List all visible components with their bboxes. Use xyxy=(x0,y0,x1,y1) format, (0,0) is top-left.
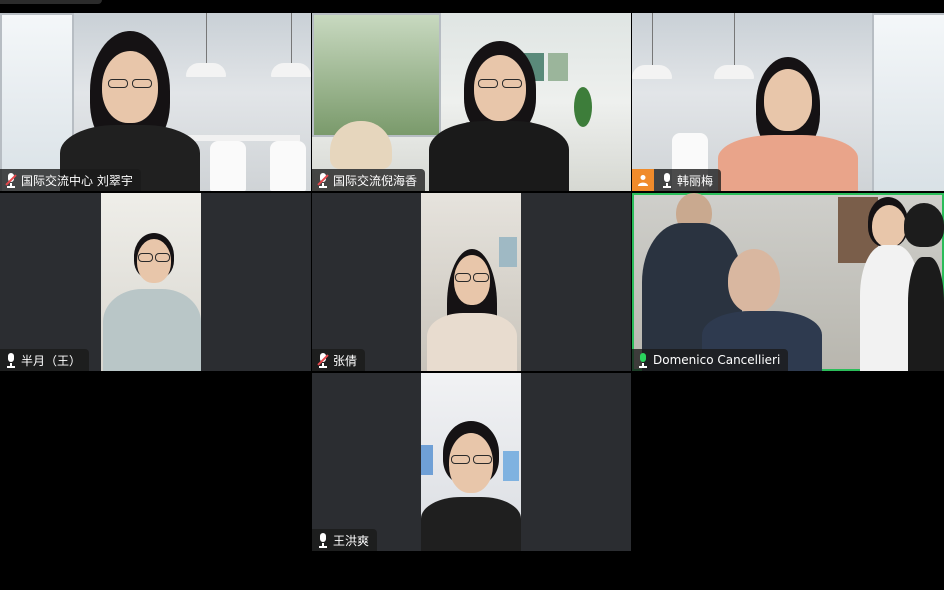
person-avatar-icon xyxy=(632,169,654,191)
participant-video xyxy=(101,193,201,371)
video-tile-3[interactable]: 韩丽梅 xyxy=(632,13,944,191)
participant-video xyxy=(421,373,521,551)
wall-art xyxy=(421,445,433,475)
plant xyxy=(574,87,592,127)
ceiling-lamp xyxy=(271,63,311,77)
participant-video xyxy=(718,53,858,191)
participant-name: 王洪爽 xyxy=(333,533,370,548)
participant-video xyxy=(424,35,574,191)
participant-name: 半月（王） xyxy=(21,353,82,368)
wall-art xyxy=(503,451,519,481)
participant-name-label: 张倩 xyxy=(312,349,366,371)
lamp-wire xyxy=(652,13,653,65)
participant-name: 国际交流中心 刘翠宇 xyxy=(21,173,133,188)
background-chair xyxy=(270,141,306,191)
top-bar-tab[interactable] xyxy=(0,0,102,4)
video-tile-1[interactable]: 国际交流中心 刘翠宇 xyxy=(0,13,311,191)
video-tile-6[interactable]: Domenico Cancellieri xyxy=(632,193,944,371)
background-chair xyxy=(210,141,246,191)
microphone-icon xyxy=(662,173,672,188)
participant-name-label: 半月（王） xyxy=(0,349,90,371)
participant-name-label: 国际交流倪海香 xyxy=(312,169,426,191)
microphone-muted-icon xyxy=(317,173,329,188)
video-tile-5[interactable]: 张倩 xyxy=(312,193,631,371)
participant-video xyxy=(421,193,521,371)
participant-name: 国际交流倪海香 xyxy=(333,173,418,188)
participant-name-label: 王洪爽 xyxy=(312,529,378,551)
participant-name: 韩丽梅 xyxy=(677,173,714,188)
video-tile-7[interactable]: 王洪爽 xyxy=(312,373,631,551)
microphone-muted-icon xyxy=(5,173,17,188)
microphone-icon xyxy=(318,533,328,548)
microphone-speaking-icon xyxy=(638,353,648,368)
top-bar xyxy=(0,0,944,12)
microphone-icon xyxy=(6,353,16,368)
video-tile-4[interactable]: 半月（王） xyxy=(0,193,311,371)
background-window xyxy=(312,13,441,137)
participant-video xyxy=(852,197,944,371)
participant-name-label: 韩丽梅 xyxy=(632,169,722,191)
background-window xyxy=(872,13,944,191)
lamp-wire xyxy=(291,13,292,63)
participant-name-label: Domenico Cancellieri xyxy=(632,349,789,371)
wall-art xyxy=(499,237,517,267)
lamp-wire xyxy=(206,13,207,63)
participant-video xyxy=(60,29,200,191)
ceiling-lamp xyxy=(632,65,672,79)
participant-name-label: 国际交流中心 刘翠宇 xyxy=(0,169,141,191)
participant-name: Domenico Cancellieri xyxy=(653,353,781,367)
microphone-muted-icon xyxy=(317,353,329,368)
participant-name: 张倩 xyxy=(333,353,358,368)
video-tile-2[interactable]: 国际交流倪海香 xyxy=(312,13,631,191)
